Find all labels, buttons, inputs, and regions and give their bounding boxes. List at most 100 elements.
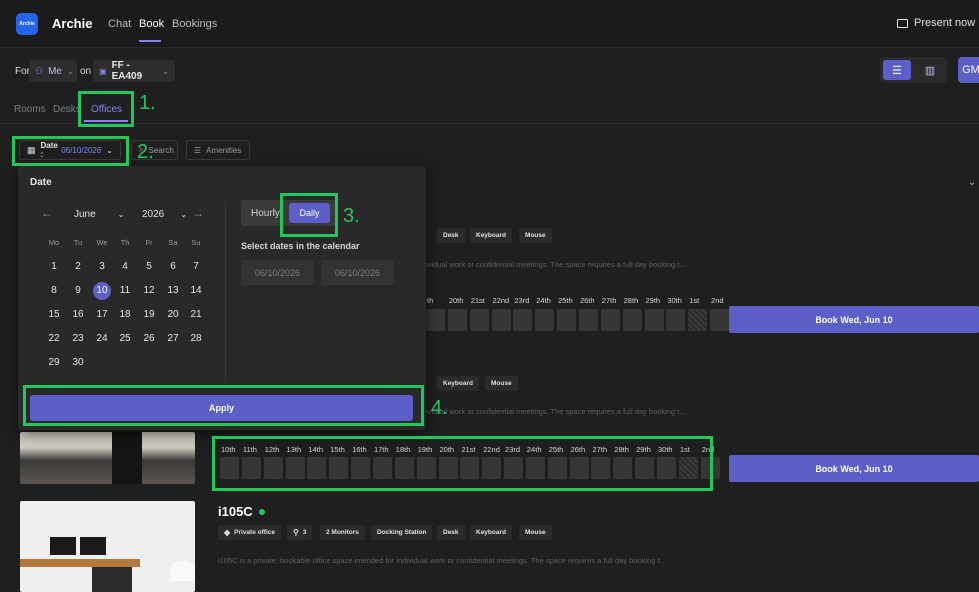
apply-button[interactable]: Apply: [30, 395, 413, 421]
date-filter-button[interactable]: ▦ Date : 06/10/2026 ⌄: [19, 140, 121, 160]
date-column-label: 29th: [645, 296, 661, 305]
date-slot[interactable]: [241, 457, 261, 479]
date-column-label: 16th: [352, 445, 367, 454]
date-slot[interactable]: [351, 457, 371, 479]
date-slot[interactable]: [372, 457, 392, 479]
calendar-day[interactable]: 9: [69, 282, 87, 300]
date-slot[interactable]: [547, 457, 567, 479]
year-select[interactable]: 2026 ⌄: [142, 209, 187, 220]
calendar-day[interactable]: 12: [140, 282, 158, 300]
calendar-day[interactable]: 11: [116, 282, 134, 300]
calendar-day[interactable]: 5: [140, 258, 158, 276]
date-slot[interactable]: [513, 309, 533, 331]
mode-hourly[interactable]: Hourly: [251, 208, 280, 219]
end-date-field[interactable]: 06/10/2026: [321, 260, 394, 285]
date-slot[interactable]: [644, 309, 664, 331]
calendar-day[interactable]: 4: [116, 258, 134, 276]
person-select[interactable]: ⚇ Me ⌄: [29, 60, 77, 82]
calendar-day[interactable]: 6: [164, 258, 182, 276]
nav-bookings[interactable]: Bookings: [172, 18, 217, 30]
date-slot[interactable]: [220, 457, 239, 479]
prev-month-arrow-icon[interactable]: ←: [41, 206, 53, 220]
date-slot[interactable]: [600, 309, 620, 331]
date-slot[interactable]: [666, 309, 686, 331]
start-date-field[interactable]: 06/10/2026: [241, 260, 314, 285]
date-slot[interactable]: [613, 457, 633, 479]
date-slot[interactable]: [700, 457, 720, 479]
calendar-day[interactable]: 1: [45, 258, 63, 276]
amenity-chip: Desk: [437, 525, 465, 540]
book-button[interactable]: Book Wed, Jun 10: [729, 455, 979, 482]
date-slot[interactable]: [657, 457, 676, 479]
date-slot[interactable]: [569, 457, 589, 479]
amenities-filter-button[interactable]: ☰ Amenities: [186, 140, 250, 160]
next-month-arrow-icon[interactable]: →: [192, 206, 204, 220]
top-bar: Archie Archie Chat Book Bookings Present…: [0, 0, 979, 48]
calendar-day[interactable]: 25: [116, 330, 134, 348]
date-slot[interactable]: [285, 457, 305, 479]
calendar-day[interactable]: 28: [187, 330, 205, 348]
calendar-day[interactable]: 3: [93, 258, 111, 276]
mode-daily[interactable]: Daily: [289, 203, 330, 223]
date-slot[interactable]: [557, 309, 577, 331]
tab-desks[interactable]: Desks: [53, 104, 81, 115]
calendar-day[interactable]: 24: [93, 330, 111, 348]
book-button[interactable]: Book Wed, Jun 10: [729, 306, 979, 333]
floor-select[interactable]: ▣ FF - EA409 ⌄: [93, 60, 175, 82]
date-slot[interactable]: [622, 309, 642, 331]
date-slot[interactable]: [307, 457, 327, 479]
date-slot[interactable]: [416, 457, 436, 479]
date-slot[interactable]: [678, 457, 698, 479]
office-photo[interactable]: [20, 432, 195, 484]
calendar-day[interactable]: 21: [187, 306, 205, 324]
calendar-day[interactable]: 20: [164, 306, 182, 324]
date-slot[interactable]: [535, 309, 555, 331]
date-slot[interactable]: [491, 309, 511, 331]
date-slot[interactable]: [525, 457, 545, 479]
date-slot[interactable]: [447, 309, 467, 331]
date-slot[interactable]: [504, 457, 524, 479]
date-slot[interactable]: [426, 309, 445, 331]
calendar-day[interactable]: 2: [69, 258, 87, 276]
calendar-day-selected[interactable]: 10: [93, 282, 111, 300]
date-slot[interactable]: [578, 309, 598, 331]
calendar-day[interactable]: 13: [164, 282, 182, 300]
calendar-day[interactable]: 8: [45, 282, 63, 300]
calendar-day[interactable]: 30: [69, 354, 87, 372]
calendar-day[interactable]: 29: [45, 354, 63, 372]
calendar-day[interactable]: 16: [69, 306, 87, 324]
listing-title[interactable]: i105C: [218, 504, 265, 519]
date-slot[interactable]: [482, 457, 502, 479]
tab-rooms[interactable]: Rooms: [14, 104, 46, 115]
calendar-day[interactable]: 18: [116, 306, 134, 324]
map-view-icon[interactable]: ▥: [916, 60, 944, 80]
chevron-down-icon[interactable]: ⌄: [968, 177, 976, 188]
date-slot[interactable]: [438, 457, 458, 479]
avatar[interactable]: GM: [958, 57, 979, 83]
calendar-day[interactable]: 14: [187, 282, 205, 300]
month-select[interactable]: June ⌄: [74, 209, 124, 220]
tab-offices[interactable]: Offices: [91, 104, 122, 115]
list-view-icon[interactable]: ☰: [883, 60, 911, 80]
calendar-day[interactable]: 27: [164, 330, 182, 348]
calendar-day[interactable]: 17: [93, 306, 111, 324]
office-photo[interactable]: [20, 501, 195, 592]
nav-chat[interactable]: Chat: [108, 18, 131, 30]
date-slot[interactable]: [469, 309, 489, 331]
calendar-day[interactable]: 26: [140, 330, 158, 348]
date-slot[interactable]: [394, 457, 414, 479]
date-slot[interactable]: [710, 309, 730, 331]
calendar-day[interactable]: 7: [187, 258, 205, 276]
calendar-day[interactable]: 15: [45, 306, 63, 324]
date-slot[interactable]: [460, 457, 480, 479]
calendar-day[interactable]: 23: [69, 330, 87, 348]
date-slot[interactable]: [263, 457, 283, 479]
date-slot[interactable]: [329, 457, 349, 479]
date-slot[interactable]: [591, 457, 611, 479]
date-slot[interactable]: [688, 309, 708, 331]
calendar-day[interactable]: 19: [140, 306, 158, 324]
calendar-day[interactable]: 22: [45, 330, 63, 348]
date-slot[interactable]: [635, 457, 655, 479]
nav-book[interactable]: Book: [139, 18, 164, 30]
present-now-button[interactable]: Present now: [897, 17, 975, 29]
